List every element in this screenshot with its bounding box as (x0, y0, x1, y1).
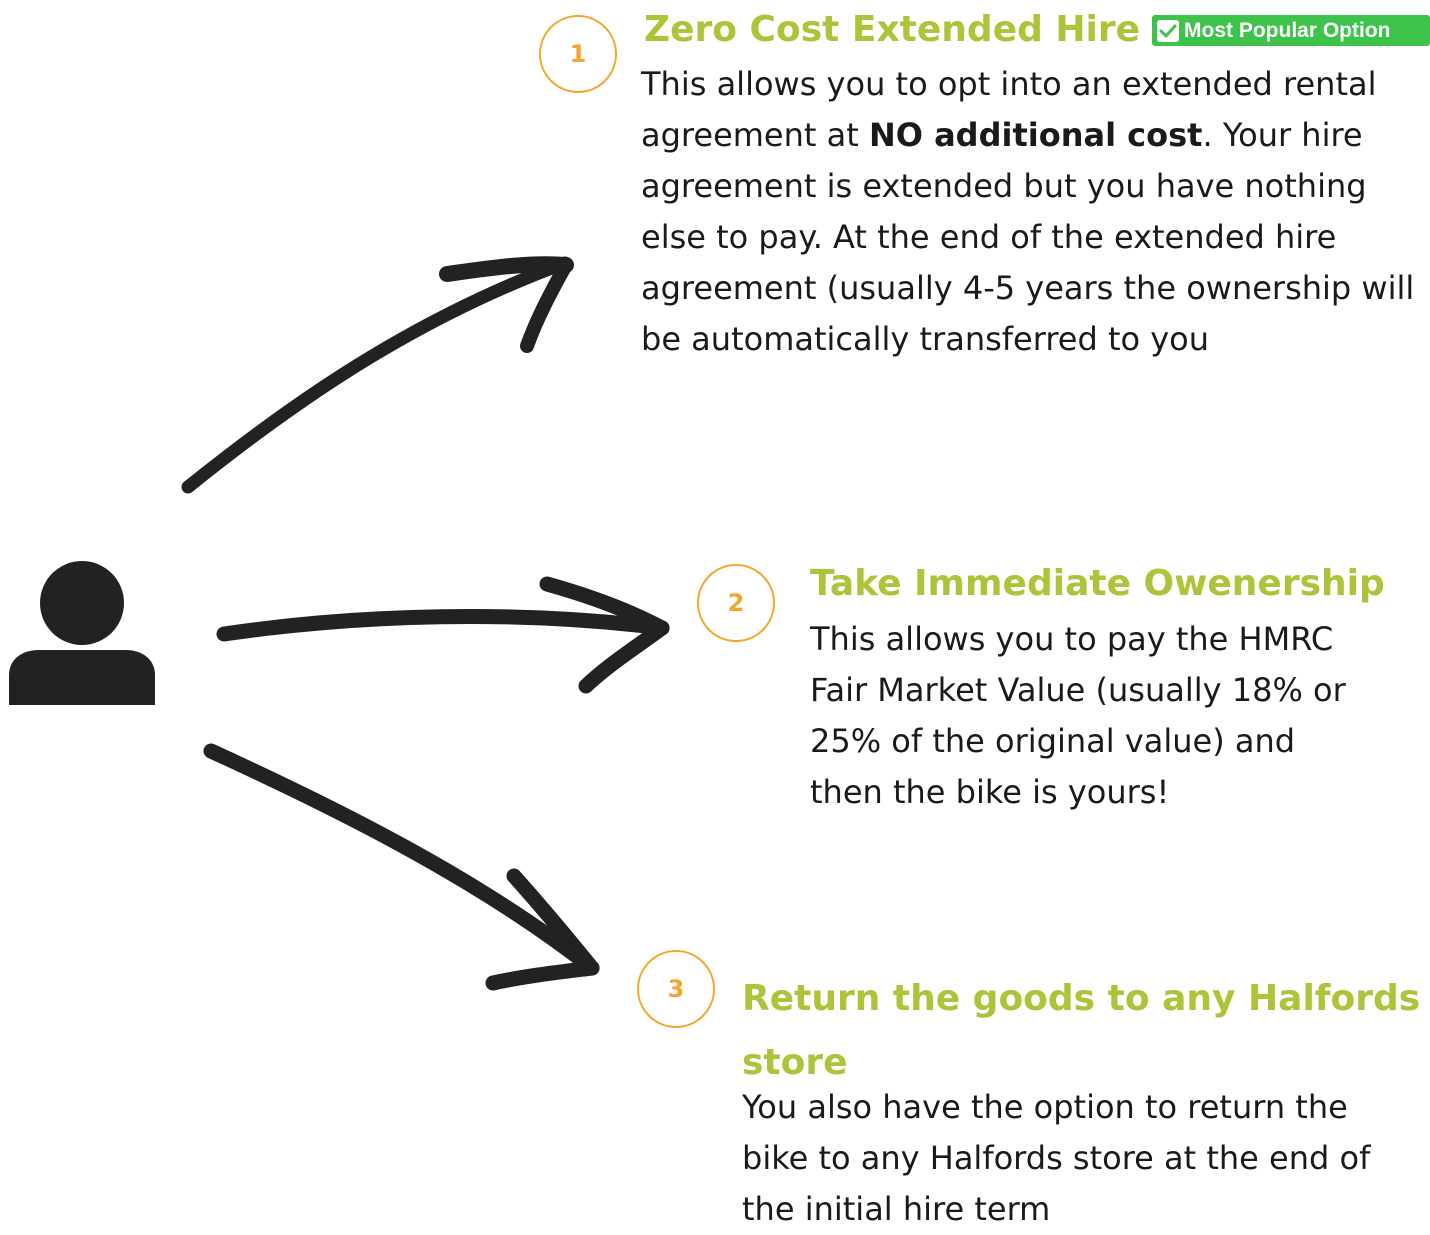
step-number-3-label: 3 (667, 975, 685, 1003)
step-number-3: 3 (637, 950, 715, 1028)
arrow-to-option-3 (203, 743, 600, 976)
step-number-1: 1 (539, 15, 617, 93)
option-3-description: You also have the option to return the b… (742, 1088, 1371, 1228)
step-number-1-label: 1 (569, 40, 587, 68)
arrow-to-option-2 (216, 609, 670, 642)
arrow-2-head-bottom (578, 620, 670, 694)
option-2-title: Take Immediate Owenership (810, 563, 1385, 604)
option-1-title: Zero Cost Extended Hire (644, 9, 1141, 50)
person-icon (9, 561, 155, 705)
option-3-title-text: Return the goods to any Halfords store (742, 978, 1421, 1083)
arrow-3-head-bottom (485, 960, 600, 991)
most-popular-badge: Most Popular Option (1152, 15, 1430, 46)
option-1-description-emphasis: NO additional cost (868, 116, 1203, 154)
arrow-to-option-1 (181, 256, 572, 494)
check-icon (1157, 19, 1179, 42)
option-1-description: This allows you to opt into an extended … (641, 59, 1421, 365)
badge-label: Most Popular Option (1184, 18, 1391, 42)
option-2-description: This allows you to pay the HMRC Fair Mar… (810, 620, 1346, 811)
step-number-2: 2 (697, 564, 775, 642)
step-number-2-label: 2 (727, 589, 745, 617)
option-3-title: Return the goods to any Halfords store (742, 967, 1427, 1095)
